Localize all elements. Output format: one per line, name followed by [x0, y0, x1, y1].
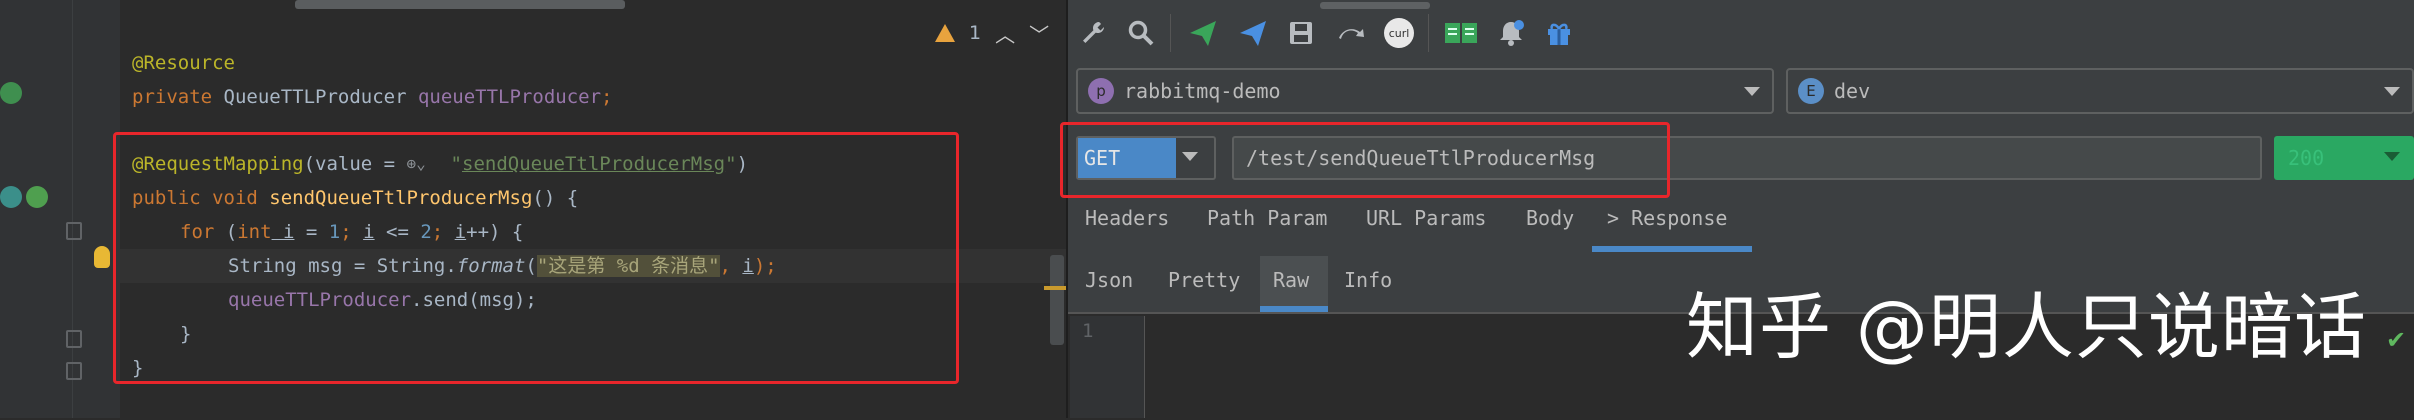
warning-count: 1	[969, 22, 982, 44]
keyword: private	[132, 86, 213, 108]
tab-url-params[interactable]: URL Params	[1366, 206, 1486, 230]
tab-response[interactable]: > Response	[1607, 206, 1727, 230]
book-icon[interactable]	[1444, 16, 1478, 50]
bean-icon[interactable]	[0, 82, 22, 104]
wrench-icon[interactable]	[1076, 16, 1110, 50]
subtab-raw[interactable]: Raw	[1273, 268, 1309, 292]
send-green-icon[interactable]	[1186, 16, 1220, 50]
line-number: 1	[1082, 320, 1094, 342]
subtab-info[interactable]: Info	[1344, 268, 1392, 292]
toolbar-separator	[1170, 14, 1171, 52]
fold-icon[interactable]	[66, 362, 82, 380]
search-icon[interactable]	[1124, 16, 1158, 50]
gutter-divider	[72, 0, 73, 418]
project-badge-icon: p	[1088, 78, 1114, 104]
vertical-scrollbar[interactable]	[1050, 255, 1064, 345]
run-request-icon[interactable]	[0, 186, 22, 208]
curl-label: curl	[1384, 18, 1414, 48]
warning-icon	[935, 24, 955, 42]
horizontal-scrollbar[interactable]	[295, 0, 625, 9]
inspection-widget[interactable]: 1 ︿ ﹀	[935, 18, 1049, 48]
curl-icon[interactable]: curl	[1382, 16, 1416, 50]
active-tab-indicator	[1592, 246, 1752, 252]
toolbar-separator	[1428, 14, 1429, 52]
chevron-down-icon[interactable]	[2384, 152, 2400, 161]
project-select[interactable]: p rabbitmq-demo	[1076, 68, 1774, 114]
highlight-box	[113, 132, 959, 384]
chevron-down-icon	[1744, 87, 1760, 96]
subtab-pretty[interactable]: Pretty	[1168, 268, 1240, 292]
environment-select[interactable]: E dev	[1786, 68, 2414, 114]
send-blue-icon[interactable]	[1236, 16, 1270, 50]
chevron-up-icon[interactable]: ︿	[995, 19, 1015, 48]
tab-path-param[interactable]: Path Param	[1207, 206, 1327, 230]
spring-web-icon[interactable]	[26, 186, 48, 208]
semicolon: ;	[601, 86, 613, 108]
gift-icon[interactable]	[1542, 16, 1576, 50]
tab-body[interactable]: Body	[1526, 206, 1574, 230]
editor-gutter	[0, 0, 120, 418]
field-name: queueTTLProducer	[417, 86, 602, 108]
environment-select-value: dev	[1834, 79, 1871, 103]
redo-icon[interactable]	[1334, 16, 1368, 50]
lightbulb-icon[interactable]	[94, 246, 110, 268]
subtab-json[interactable]: Json	[1085, 268, 1133, 292]
tab-headers[interactable]: Headers	[1085, 206, 1169, 230]
watermark: 知乎 @明人只说暗话	[1686, 285, 2367, 369]
project-select-value: rabbitmq-demo	[1124, 79, 1281, 103]
save-icon[interactable]	[1284, 16, 1318, 50]
chevron-down-icon[interactable]: ﹀	[1029, 19, 1049, 48]
chevron-down-icon	[2384, 87, 2400, 96]
highlight-box	[1060, 122, 1670, 198]
fold-icon[interactable]	[66, 222, 82, 240]
code-editor[interactable]: 1 ︿ ﹀ @Resource private QueueTTLProducer…	[0, 0, 1068, 418]
type-name: QueueTTLProducer	[212, 86, 418, 108]
check-icon: ✔	[2386, 326, 2407, 354]
toolbar-scrollbar[interactable]	[1320, 2, 1430, 9]
code-line-2: private QueueTTLProducer queueTTLProduce…	[132, 80, 612, 114]
fold-icon[interactable]	[66, 330, 82, 348]
code-line-1: @Resource	[132, 46, 235, 80]
annotation: @Resource	[132, 52, 235, 74]
scroll-marker	[1044, 286, 1066, 290]
bell-icon[interactable]	[1494, 16, 1528, 50]
environment-badge-icon: E	[1798, 78, 1824, 104]
